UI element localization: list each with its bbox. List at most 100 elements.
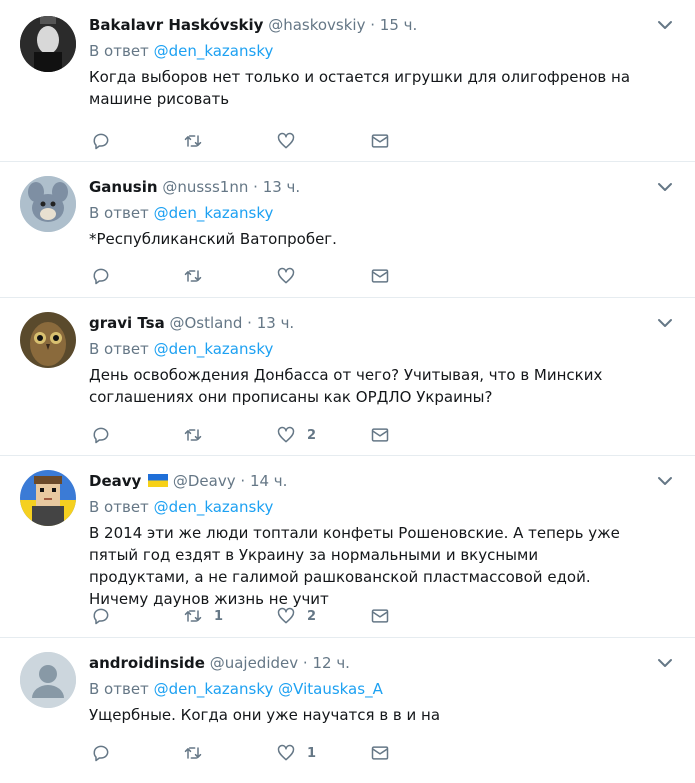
tweet[interactable]: Bakalavr Haskóvskiy @haskovskiy · 15 ч. … [0, 0, 695, 162]
retweet-button[interactable] [183, 266, 214, 286]
fullname[interactable]: Ganusin [89, 178, 158, 196]
reply-icon [93, 427, 109, 444]
mention-link[interactable]: @Vitauskas_A [278, 680, 383, 698]
retweet-button[interactable] [183, 131, 214, 151]
mention-link[interactable]: @den_kazansky [154, 680, 274, 698]
avatar[interactable] [20, 176, 76, 232]
retweet-icon [184, 270, 202, 282]
dm-button[interactable] [370, 131, 390, 151]
fullname[interactable]: androidinside [89, 654, 205, 672]
retweet-button[interactable] [183, 743, 214, 763]
replying-to: В ответ @den_kazansky [89, 202, 675, 224]
username[interactable]: @nusss1nn [162, 178, 248, 196]
replying-label: В ответ [89, 680, 149, 698]
ukraine-flag-icon [148, 474, 169, 487]
reply-button[interactable] [91, 606, 111, 626]
tweet-text: День освобождения Донбасса от чего? Учит… [89, 366, 603, 406]
timestamp[interactable]: 13 ч. [263, 178, 301, 196]
avatar[interactable] [20, 312, 76, 368]
chevron-down-icon[interactable] [657, 178, 673, 191]
dm-icon [371, 428, 389, 442]
avatar[interactable] [20, 470, 76, 526]
like-button[interactable]: 2 [276, 425, 316, 445]
tweet-header: Ganusin @nusss1nn · 13 ч. [89, 176, 675, 198]
separator-dot: · [247, 314, 252, 332]
replying-to: В ответ @den_kazansky @Vitauskas_A [89, 678, 675, 700]
username[interactable]: @Deavy [173, 472, 236, 490]
reply-button[interactable] [91, 743, 111, 763]
avatar-image [20, 176, 76, 232]
chevron-down-icon[interactable] [657, 314, 673, 327]
separator-dot: · [370, 16, 376, 34]
reply-button[interactable] [91, 425, 111, 445]
retweet-button[interactable]: 1 [183, 606, 223, 626]
dm-icon [371, 609, 389, 623]
retweet-icon [184, 429, 202, 441]
dm-icon [371, 746, 389, 760]
like-count: 1 [307, 745, 317, 761]
replying-to: В ответ @den_kazansky [89, 496, 675, 518]
mention-link[interactable]: @den_kazansky [154, 498, 274, 516]
replying-label: В ответ [89, 204, 149, 222]
timestamp[interactable]: 15 ч. [380, 16, 418, 34]
reply-button[interactable] [91, 131, 111, 151]
like-button[interactable]: 1 [276, 743, 316, 763]
reply-icon [93, 268, 109, 285]
retweet-icon [184, 747, 202, 759]
fullname[interactable]: Deavy [89, 472, 141, 490]
chevron-down-icon[interactable] [657, 16, 673, 29]
separator-dot: · [302, 654, 308, 672]
mention-link[interactable]: @den_kazansky [154, 42, 274, 60]
avatar-image [20, 312, 76, 368]
avatar-image [20, 16, 76, 72]
tweet[interactable]: androidinside @uajedidev · 12 ч. В ответ… [0, 638, 695, 783]
retweet-button[interactable] [183, 425, 214, 445]
like-icon [277, 426, 295, 443]
dm-button[interactable] [370, 606, 390, 626]
timestamp[interactable]: 13 ч. [257, 314, 295, 332]
avatar[interactable] [20, 652, 76, 708]
like-button[interactable] [276, 131, 307, 151]
retweet-icon [184, 610, 202, 622]
dm-icon [371, 269, 389, 283]
reply-icon [93, 133, 109, 150]
dm-button[interactable] [370, 425, 390, 445]
like-icon [277, 744, 295, 761]
mention-link[interactable]: @den_kazansky [154, 204, 274, 222]
like-icon [277, 267, 295, 284]
username[interactable]: @uajedidev [210, 654, 298, 672]
like-icon [277, 607, 295, 624]
reply-icon [93, 608, 109, 625]
chevron-down-icon[interactable] [657, 654, 673, 667]
chevron-down-icon[interactable] [657, 472, 673, 485]
tweet-text: *Республиканский Ватопробег. [89, 230, 337, 248]
timestamp[interactable]: 14 ч. [250, 472, 288, 490]
mention-link[interactable]: @den_kazansky [154, 340, 274, 358]
like-button[interactable] [276, 266, 307, 286]
tweet-text: Когда выборов нет только и остается игру… [89, 68, 631, 108]
replying-label: В ответ [89, 498, 149, 516]
separator-dot: · [253, 178, 258, 196]
retweet-icon [184, 135, 202, 147]
username[interactable]: @haskovskiy [268, 16, 365, 34]
username[interactable]: @Ostland [169, 314, 242, 332]
fullname[interactable]: gravi Tsa [89, 314, 165, 332]
timestamp[interactable]: 12 ч. [312, 654, 350, 672]
like-button[interactable]: 2 [276, 606, 316, 626]
replying-label: В ответ [89, 340, 149, 358]
tweet-text: Ущербные. Когда они уже научатся в в и н… [89, 706, 441, 724]
fullname[interactable]: Bakalavr Haskóvskiy [89, 16, 263, 34]
like-count: 2 [307, 427, 317, 443]
avatar[interactable] [20, 16, 76, 72]
tweet[interactable]: gravi Tsa @Ostland · 13 ч. В ответ @den_… [0, 298, 695, 456]
dm-button[interactable] [370, 743, 390, 763]
tweet-header: Deavy @Deavy · 14 ч. [89, 470, 675, 492]
tweet-header: gravi Tsa @Ostland · 13 ч. [89, 312, 675, 334]
dm-icon [371, 134, 389, 148]
reply-button[interactable] [91, 266, 111, 286]
tweet[interactable]: Deavy @Deavy · 14 ч. В ответ @den_kazans… [0, 456, 695, 638]
like-count: 2 [307, 608, 317, 624]
dm-button[interactable] [370, 266, 390, 286]
replying-label: В ответ [89, 42, 149, 60]
tweet[interactable]: Ganusin @nusss1nn · 13 ч. В ответ @den_k… [0, 162, 695, 298]
